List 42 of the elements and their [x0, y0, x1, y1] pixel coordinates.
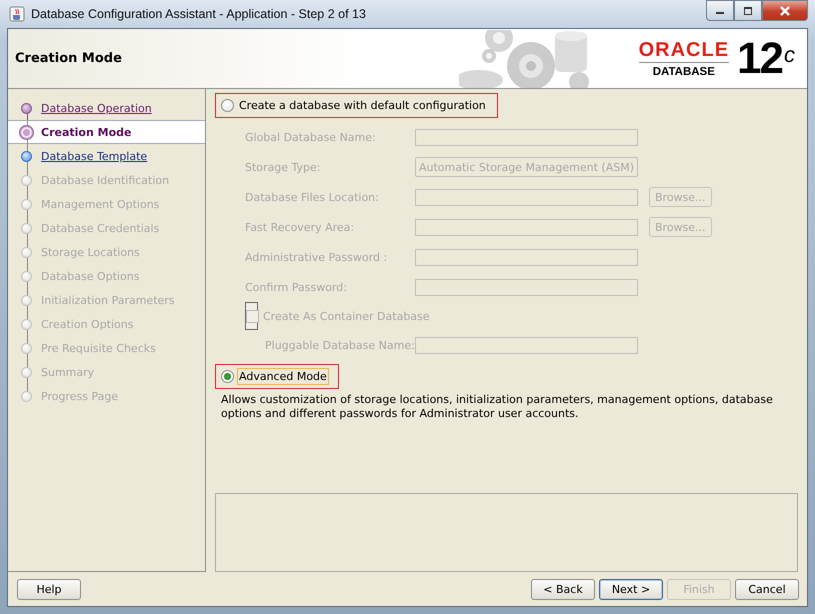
close-button[interactable]	[762, 0, 808, 21]
radio-button[interactable]	[221, 370, 234, 383]
step-item: Progress Page	[41, 390, 118, 402]
close-icon	[779, 6, 791, 16]
step-item: Pre Requisite Checks	[41, 342, 156, 354]
field-label: Fast Recovery Area:	[245, 220, 356, 234]
step-dot-icon	[19, 124, 34, 140]
step-item: Creation Options	[41, 318, 134, 330]
field-label: Confirm Password:	[245, 280, 348, 294]
step-item: Database Identification	[41, 174, 170, 186]
version-label: 12$^{c}$	[737, 36, 793, 80]
page-title: Creation Mode	[14, 51, 122, 66]
wizard-button[interactable]: < Back	[531, 578, 595, 600]
field-label: Pluggable Database Name:	[264, 338, 415, 352]
step-item: Storage Locations	[41, 246, 140, 258]
step-item: Summary	[41, 366, 94, 378]
minimize-button[interactable]	[706, 0, 734, 21]
wizard-button[interactable]: Cancel	[735, 578, 799, 600]
step-link[interactable]: Database Operation	[41, 102, 152, 114]
description-text: Allows customization of storage locations, initialization parameters, management options, database options and different passwords for Administrator user accounts.	[220, 392, 774, 421]
step-item[interactable]: Creation Mode	[8, 120, 205, 144]
brand-wordmark: ORACLE	[638, 39, 730, 63]
radio-button[interactable]	[221, 99, 234, 112]
field-label: Storage Type:	[245, 160, 322, 174]
field-label: Database Files Location:	[245, 190, 380, 204]
radio-label[interactable]: Advanced Mode	[237, 368, 329, 385]
maximize-button[interactable]	[734, 0, 762, 21]
maximize-icon	[743, 6, 753, 14]
window-title: Database Configuration Assistant - Application - Step 2 of 13	[31, 7, 366, 21]
step-item: Database Credentials	[41, 222, 160, 234]
step-item: Initialization Parameters	[41, 294, 175, 306]
checkbox-label: Create As Container Database	[263, 310, 430, 322]
step-link[interactable]: Database Template	[41, 150, 148, 162]
cup-icon	[9, 6, 25, 22]
product-label: DATABASE	[652, 66, 715, 78]
field-label: Global Database Name:	[245, 130, 377, 144]
step-item: Database Options	[41, 270, 140, 282]
step-item: Management Options	[41, 198, 160, 210]
radio-label[interactable]: Create a database with default configuration	[237, 97, 488, 114]
wizard-button[interactable]: Help	[17, 578, 81, 600]
field-label: Administrative Password :	[245, 250, 388, 264]
wizard-button[interactable]: Next >	[599, 578, 663, 600]
